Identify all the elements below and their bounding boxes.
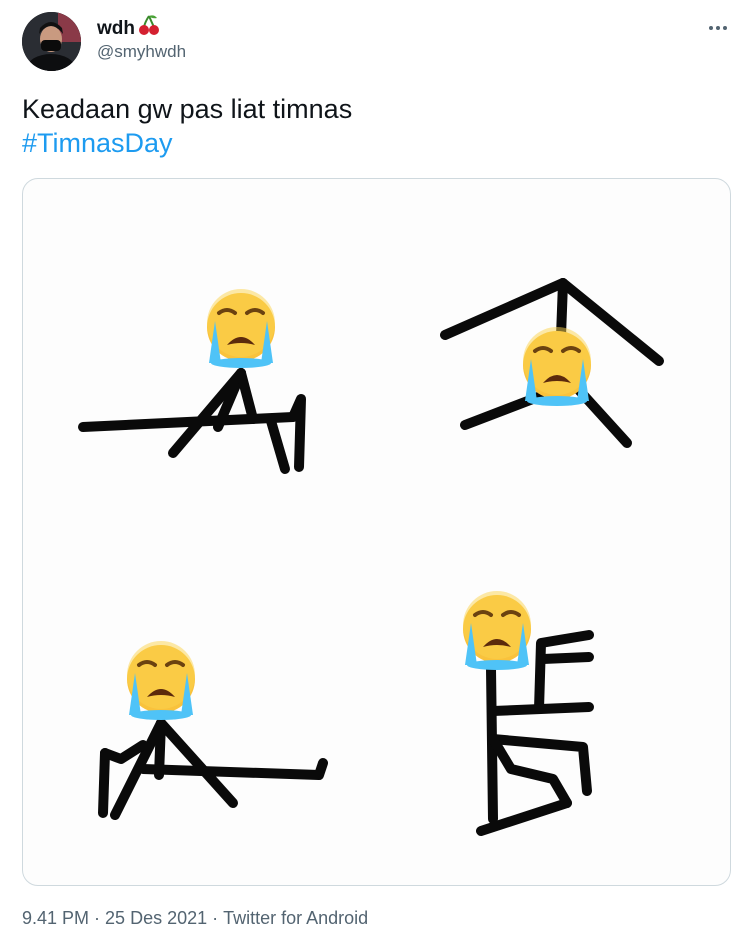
tweet-meta: 9.41 PM · 25 Des 2021 · Twitter for Android xyxy=(22,906,368,930)
cherry-icon xyxy=(137,14,161,43)
author-name[interactable]: wdh xyxy=(97,14,161,43)
more-options-icon[interactable] xyxy=(703,20,733,36)
stick-figure-meme xyxy=(78,278,664,836)
tweet-source[interactable]: Twitter for Android xyxy=(223,908,368,928)
separator: · xyxy=(94,908,101,928)
separator: · xyxy=(212,908,219,928)
tweet-text: Keadaan gw pas liat timnas #TimnasDay xyxy=(22,92,352,160)
author-handle[interactable]: @smyhwdh xyxy=(97,41,186,63)
display-name[interactable]: wdh xyxy=(97,17,135,41)
avatar[interactable] xyxy=(22,12,81,71)
tweet-image[interactable] xyxy=(22,178,731,886)
tweet-body: Keadaan gw pas liat timnas xyxy=(22,94,353,124)
tweet-time[interactable]: 9.41 PM xyxy=(22,908,89,928)
tweet-date[interactable]: 25 Des 2021 xyxy=(105,908,207,928)
hashtag-link[interactable]: #TimnasDay xyxy=(22,126,352,160)
avatar-image xyxy=(22,12,81,71)
